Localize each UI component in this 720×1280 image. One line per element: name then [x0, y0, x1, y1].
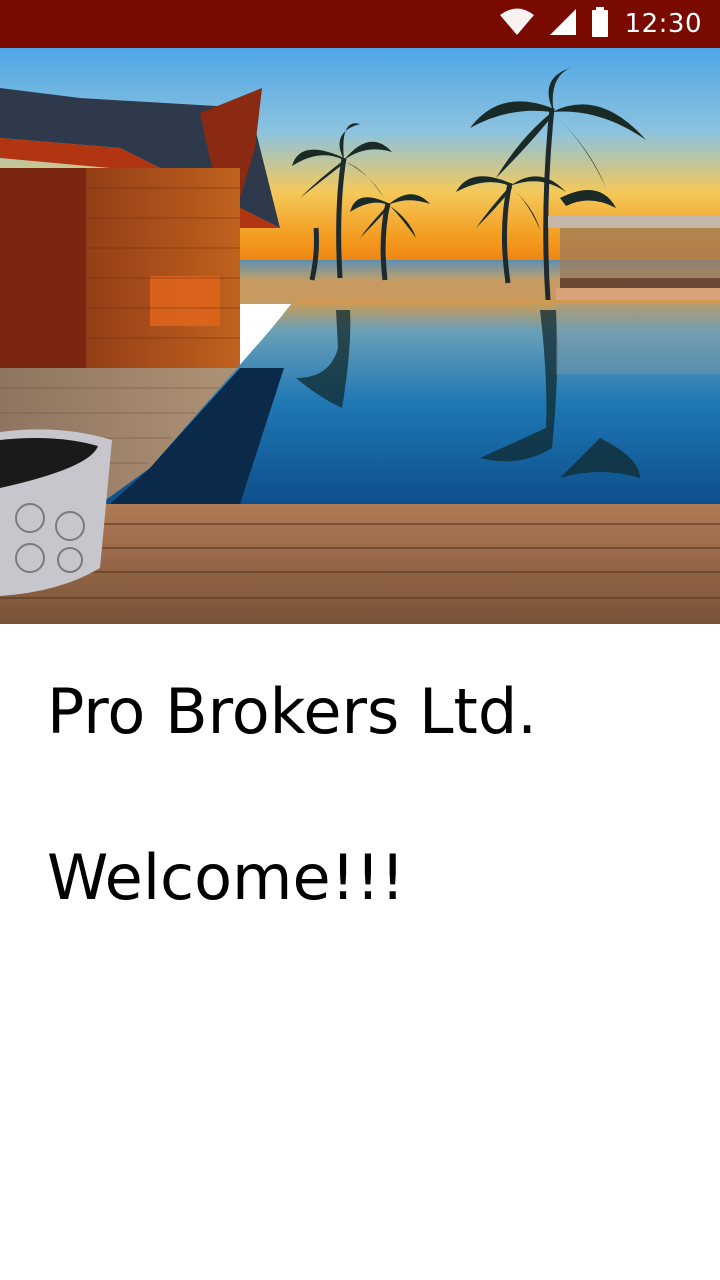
- resort-pool-sunset-image: [0, 48, 720, 624]
- wifi-icon: [499, 8, 535, 41]
- page-title: Pro Brokers Ltd.: [47, 675, 537, 748]
- battery-icon: [591, 6, 609, 42]
- cellular-signal-icon: [549, 8, 577, 41]
- status-clock: 12:30: [624, 9, 702, 39]
- main-content: Pro Brokers Ltd. Welcome!!!: [0, 624, 720, 1280]
- welcome-text: Welcome!!!: [47, 841, 406, 914]
- status-bar: 12:30: [0, 0, 720, 48]
